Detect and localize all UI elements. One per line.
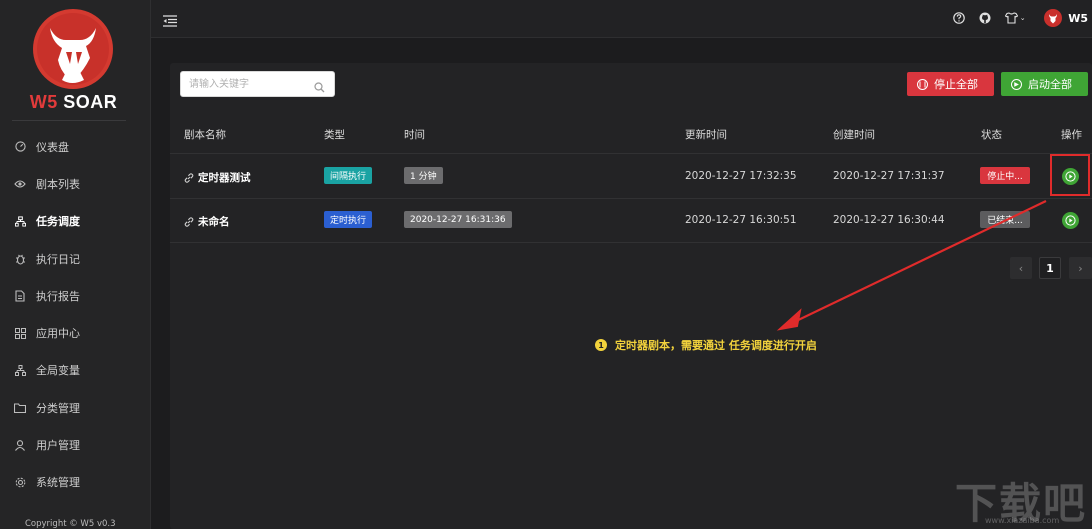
report-icon [14,290,26,302]
sidebar-item-label: 仪表盘 [36,140,69,154]
link-icon [184,216,194,227]
sidebar-item-dashboard[interactable]: 仪表盘 [0,128,150,165]
bug-icon [14,253,26,265]
topbar: ⌄ W5 [151,0,1092,38]
user-avatar[interactable] [1044,9,1063,27]
sidebar-item-label: 应用中心 [36,327,80,341]
stop-all-label: 停止全部 [934,78,978,91]
column-header-time: 时间 [404,129,425,141]
stop-all-button[interactable]: ❙❙ 停止全部 [907,72,994,96]
task-scheduling-panel: ❙❙ 停止全部 ▶ 启动全部 剧本名称 类型 时间 更新时间 创建时间 状态 操… [170,63,1092,529]
pagination-page[interactable]: 1 [1039,257,1061,279]
sidebar-nav: 仪表盘 剧本列表 任务调度 执行日记 执行报告 应用中心 全局变量 分类管理 用… [0,128,150,501]
sidebar-item-label: 执行日记 [36,252,80,266]
schedule-icon [14,215,26,227]
status-badge: 已结束... [980,211,1030,228]
sidebar-item-apps[interactable]: 应用中心 [0,314,150,351]
brand-suffix: SOAR [57,92,118,112]
brand-prefix: W5 [29,92,58,112]
gear-icon [14,476,26,488]
time-tag: 2020-12-27 16:31:36 [404,211,512,228]
sidebar-item-label: 任务调度 [36,215,80,229]
pagination-next[interactable]: › [1069,257,1092,279]
time-tag: 1 分钟 [404,167,443,184]
search-box [180,71,335,97]
sidebar-item-label: 系统管理 [36,476,80,490]
column-header-created: 创建时间 [833,129,875,141]
start-all-button[interactable]: ▶ 启动全部 [1001,72,1088,96]
type-tag: 定时执行 [324,211,373,228]
column-header-updated: 更新时间 [685,129,727,141]
highlight-box [1050,154,1090,196]
updated-time: 2020-12-27 16:30:51 [685,214,797,226]
dashboard-icon [14,141,26,153]
table-row: 定时器测试 间隔执行 1 分钟 2020-12-27 17:32:35 2020… [170,155,1092,199]
help-icon[interactable] [952,11,966,25]
eye-icon [14,178,26,190]
sidebar-item-variables[interactable]: 全局变量 [0,352,150,389]
folder-icon [14,402,26,414]
column-header-name: 剧本名称 [184,129,226,141]
stop-circle-icon: ❙❙ [917,78,928,90]
sidebar-item-system[interactable]: 系统管理 [0,464,150,501]
column-header-status: 状态 [981,129,1002,141]
annotation-number: 1 [595,339,607,351]
sidebar-item-scheduling[interactable]: 任务调度 [0,203,150,240]
link-icon [184,172,194,183]
apps-icon [14,327,26,339]
status-badge: 停止中... [980,167,1030,184]
created-time: 2020-12-27 16:30:44 [833,214,945,226]
bull-logo[interactable] [32,8,114,90]
type-tag: 间隔执行 [324,167,373,184]
start-task-button[interactable] [1062,212,1079,229]
divider [12,120,126,121]
playbook-name[interactable]: 未命名 [184,214,230,229]
sidebar-item-label: 用户管理 [36,439,80,453]
sidebar-item-logs[interactable]: 执行日记 [0,240,150,277]
app-root: W5 SOAR 仪表盘 剧本列表 任务调度 执行日记 执行报告 应用中心 全局变… [0,0,1092,529]
chevron-down-icon: ⌄ [1019,14,1026,22]
sidebar-item-label: 全局变量 [36,364,80,378]
user-icon [14,439,26,451]
table-row: 未命名 定时执行 2020-12-27 16:31:36 2020-12-27 … [170,199,1092,243]
sidebar: W5 SOAR 仪表盘 剧本列表 任务调度 执行日记 执行报告 应用中心 全局变… [0,0,151,529]
playbook-name-text: 定时器测试 [198,172,251,184]
brand-title: W5 SOAR [0,92,147,113]
annotation-text: 定时器剧本，需要通过 任务调度进行开启 [615,339,817,352]
sidebar-item-label: 剧本列表 [36,177,80,191]
topbar-actions: ⌄ W5 [946,0,1092,36]
pagination-prev[interactable]: ‹ [1010,257,1032,279]
sidebar-item-reports[interactable]: 执行报告 [0,277,150,314]
playbook-name[interactable]: 定时器测试 [184,170,251,185]
sidebar-item-label: 执行报告 [36,289,80,303]
menu-fold-icon[interactable] [163,12,177,27]
column-header-actions: 操作 [1061,129,1082,141]
created-time: 2020-12-27 17:31:37 [833,170,945,182]
sidebar-item-label: 分类管理 [36,401,80,415]
sidebar-item-users[interactable]: 用户管理 [0,426,150,463]
play-circle-icon: ▶ [1011,78,1022,90]
github-icon[interactable] [978,11,992,25]
annotation-note: 1 定时器剧本，需要通过 任务调度进行开启 [595,337,817,353]
theme-shirt-icon[interactable]: ⌄ [1004,11,1026,25]
sidebar-item-categories[interactable]: 分类管理 [0,389,150,426]
copyright: Copyright © W5 v0.3 [25,519,116,529]
playbook-name-text: 未命名 [198,216,230,228]
table-header: 剧本名称 类型 时间 更新时间 创建时间 状态 操作 [170,112,1092,154]
sidebar-item-playbooks[interactable]: 剧本列表 [0,165,150,202]
watermark-url: www.xiazaiba.com [985,516,1060,525]
tree-icon [14,364,26,376]
search-input[interactable] [189,75,309,93]
search-icon[interactable] [314,78,326,93]
column-header-type: 类型 [324,129,345,141]
updated-time: 2020-12-27 17:32:35 [685,170,797,182]
user-name[interactable]: W5 [1068,12,1088,25]
start-all-label: 启动全部 [1028,78,1072,91]
